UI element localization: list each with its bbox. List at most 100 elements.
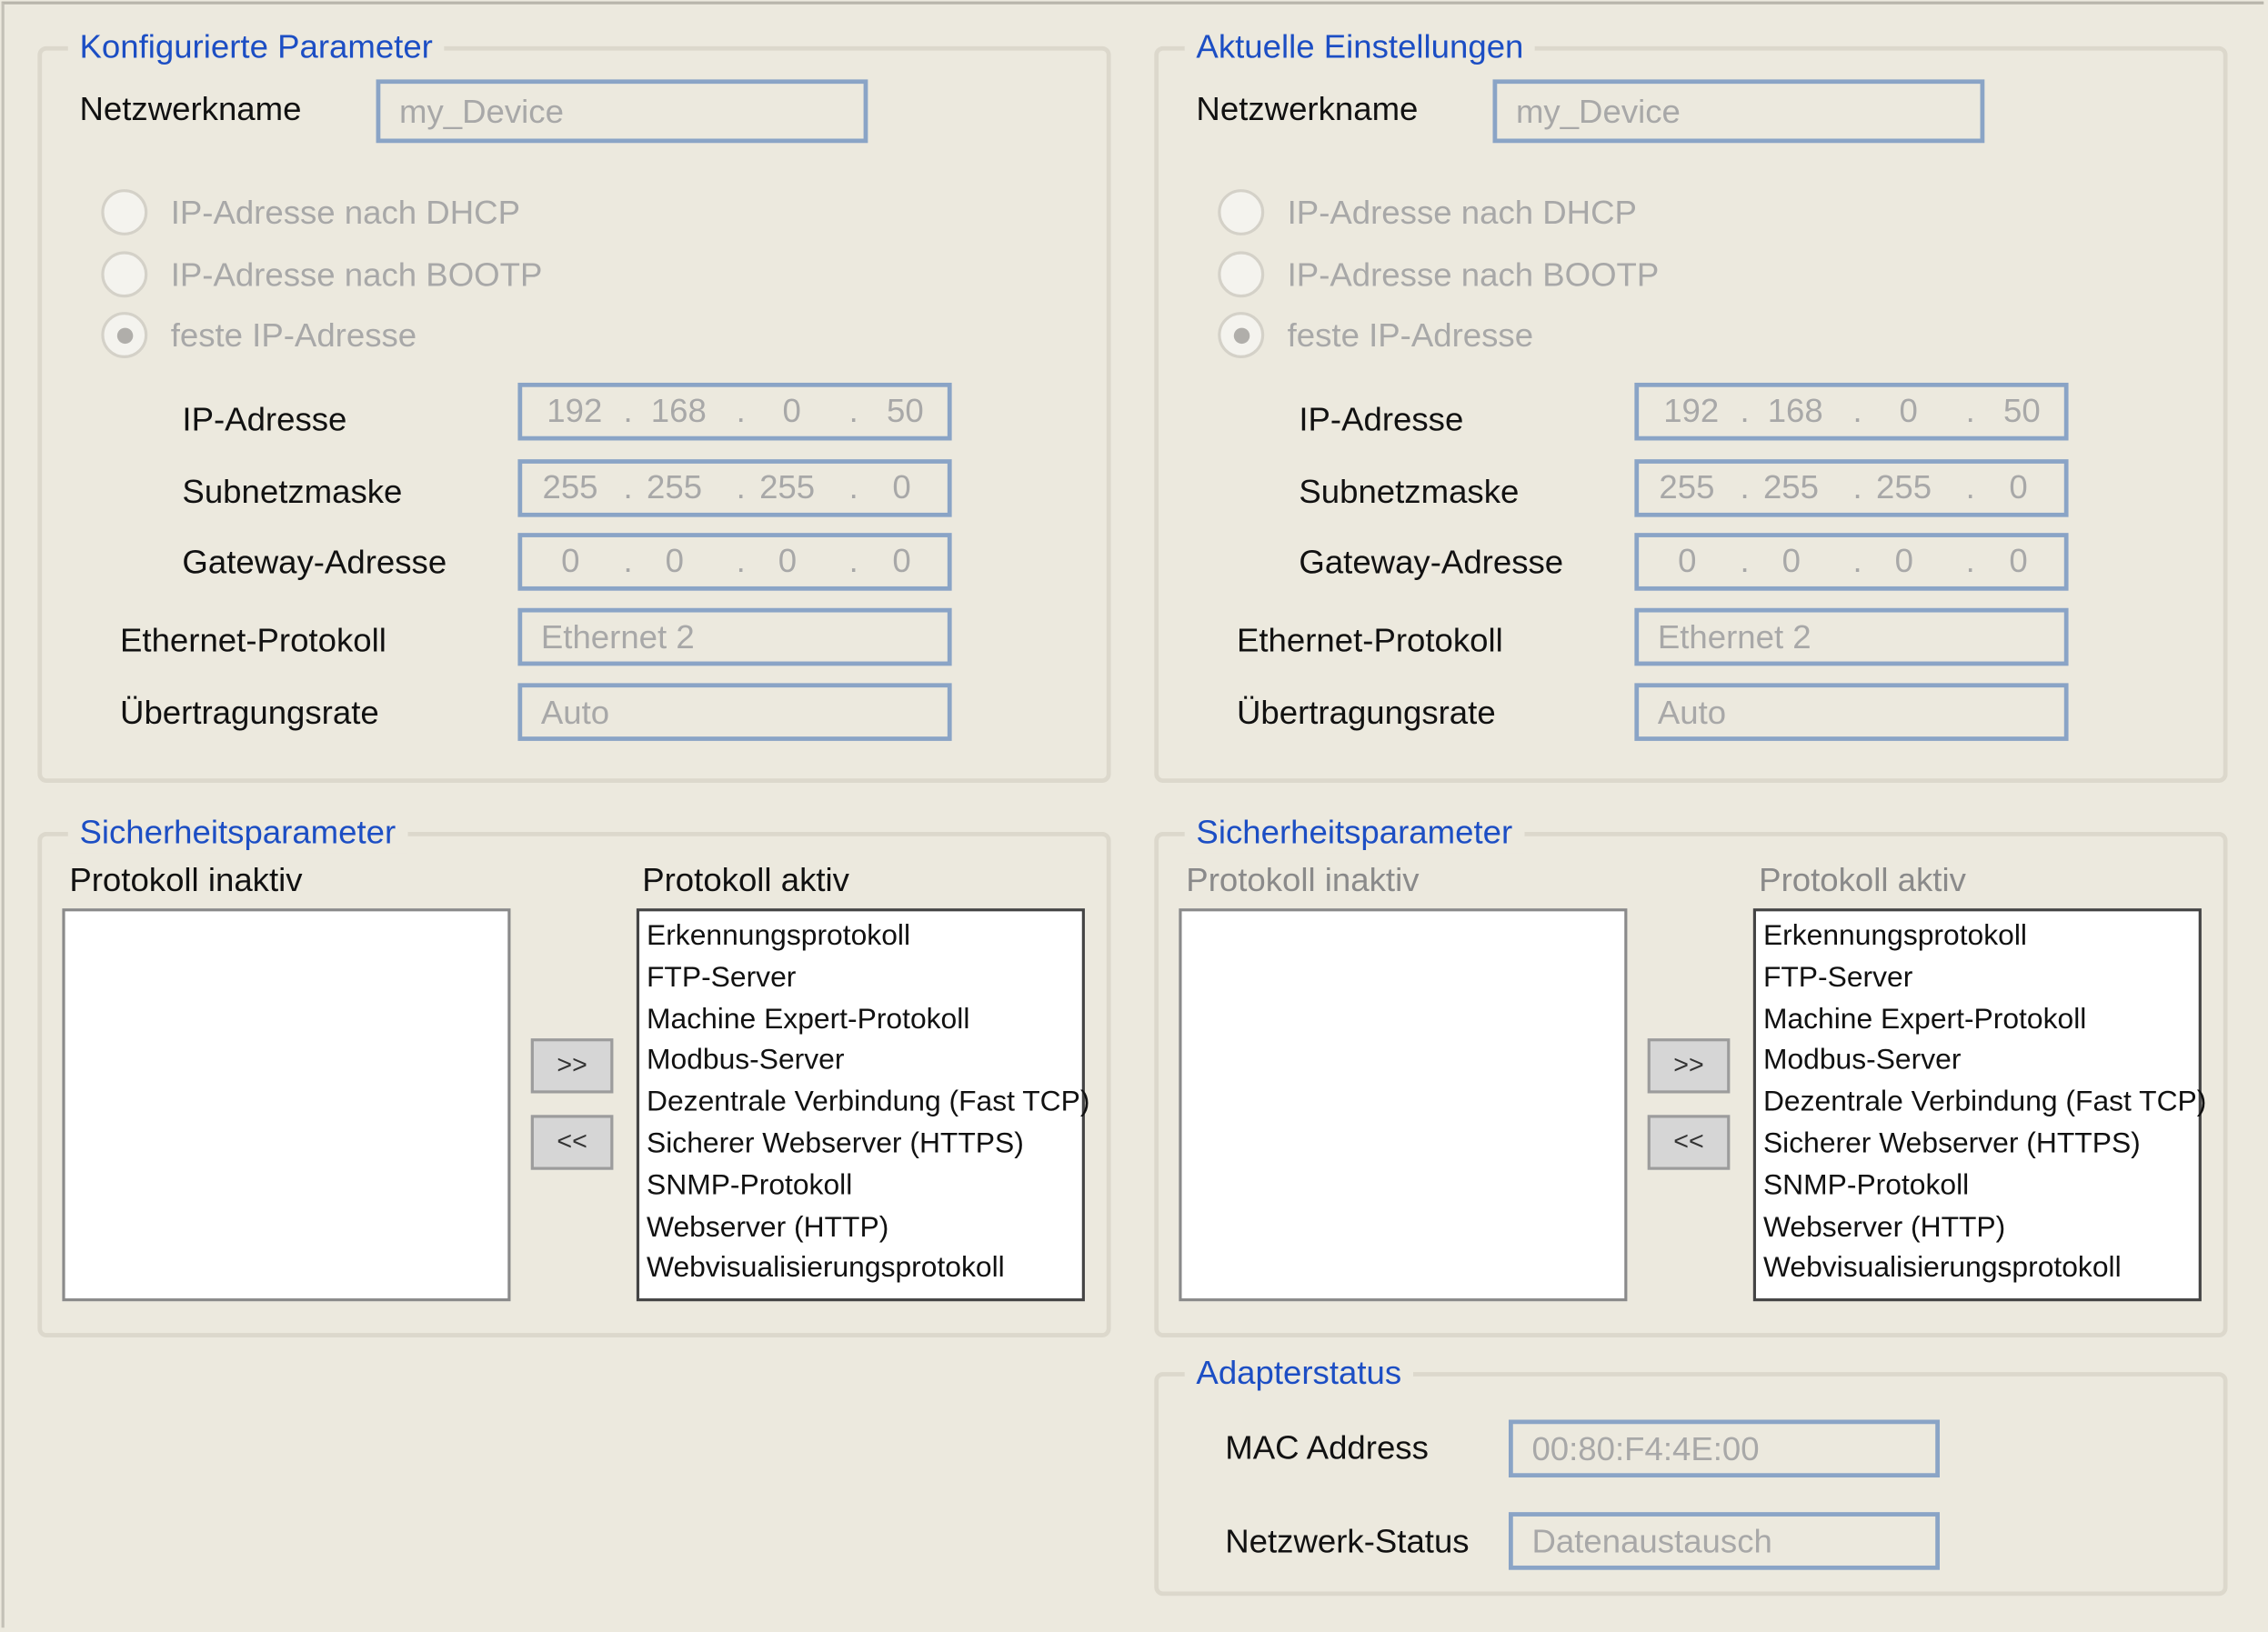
list-item[interactable]: Erkennungsprotokoll <box>1756 916 2199 957</box>
list-item[interactable]: Modbus-Server <box>639 1040 1082 1082</box>
ip-octet: 0 <box>1899 391 1918 429</box>
list-item[interactable]: Dezentrale Verbindung (Fast TCP) <box>639 1082 1089 1124</box>
current-subnet-field: 255. 255. 255. 0 <box>1634 459 2069 517</box>
ip-octet[interactable]: 0 <box>892 537 910 584</box>
current-settings-legend: Aktuelle Einstellungen <box>1184 25 1536 68</box>
ip-octet: 0 <box>1781 541 1801 579</box>
current-rate-field: Auto <box>1634 683 2069 741</box>
configured-gateway-field[interactable]: 0. 0. 0. 0 <box>517 533 952 591</box>
radio-button[interactable] <box>101 189 148 235</box>
ip-octet: 192 <box>1663 391 1720 429</box>
ip-octet[interactable]: 255 <box>647 464 702 510</box>
ip-octet: 0 <box>1678 541 1697 579</box>
ip-octet[interactable]: 0 <box>561 537 579 584</box>
radio-button[interactable] <box>101 251 148 298</box>
ip-octet: 255 <box>1659 467 1715 506</box>
current-rate-label: Übertragungsrate <box>1236 693 1496 731</box>
radio-label: feste IP-Adresse <box>170 315 417 355</box>
configured-ip-field[interactable]: 192. 168. 0. 50 <box>517 382 952 441</box>
security-right-inactive-list <box>1179 908 1628 1302</box>
ip-octet[interactable]: 50 <box>887 387 924 434</box>
configured-network-name-label: Netzwerkname <box>79 89 302 127</box>
security-left-inactive-label: Protokoll inaktiv <box>69 860 303 899</box>
ip-octet: 255 <box>1762 467 1819 506</box>
list-item[interactable]: SNMP-Protokoll <box>639 1166 1082 1207</box>
list-item[interactable]: Sicherer Webserver (HTTPS) <box>639 1124 1082 1166</box>
ip-octet[interactable]: 255 <box>542 464 597 510</box>
list-item[interactable]: Modbus-Server <box>1756 1040 2199 1082</box>
security-left-active-list[interactable]: Erkennungsprotokoll FTP-Server Machine Exp… <box>636 908 1089 1302</box>
configured-rate-label: Übertragungsrate <box>120 693 379 731</box>
current-network-name-label: Netzwerkname <box>1196 89 1419 127</box>
configured-subnet-label: Subnetzmaske <box>182 472 403 510</box>
current-network-name-field: my_Device <box>1492 79 1985 144</box>
configured-subnet-field[interactable]: 255. 255. 255. 0 <box>517 459 952 517</box>
mac-address-label: MAC Address <box>1225 1428 1429 1467</box>
configured-ip-label: IP-Adresse <box>182 400 347 438</box>
security-parameters-left-legend: Sicherheitsparameter <box>67 810 407 854</box>
list-items <box>1182 911 1625 916</box>
ip-octet: 0 <box>1894 541 1914 579</box>
ip-octet: 255 <box>1876 467 1932 506</box>
list-item[interactable]: Webserver (HTTP) <box>1756 1206 2199 1248</box>
ip-octet[interactable]: 0 <box>783 387 801 434</box>
security-right-move-right-button: >> <box>1647 1038 1731 1094</box>
ip-octet: 50 <box>2002 391 2041 429</box>
current-gateway-label: Gateway-Adresse <box>1299 543 1564 581</box>
radio-label: feste IP-Adresse <box>1287 315 1534 355</box>
radio-button-selected <box>1218 312 1265 358</box>
current-ip-field: 192. 168. 0. 50 <box>1634 382 2069 441</box>
ip-octet[interactable]: 0 <box>892 464 910 510</box>
security-right-active-list: Erkennungsprotokoll FTP-Server Machine Exp… <box>1752 908 2206 1302</box>
security-right-inactive-label: Protokoll inaktiv <box>1186 860 1420 899</box>
ip-octet[interactable]: 192 <box>547 387 602 434</box>
list-item[interactable]: Webvisualisierungsprotokoll <box>1756 1248 2199 1290</box>
configured-ethernet-field[interactable]: Ethernet 2 <box>517 607 952 666</box>
configured-rate-field[interactable]: Auto <box>517 683 952 741</box>
list-item[interactable]: FTP-Server <box>1756 957 2199 999</box>
radio-button <box>1218 189 1265 235</box>
network-status-field: Datenaustausch <box>1508 1512 1940 1570</box>
radio-button-selected[interactable] <box>101 312 148 358</box>
current-ethernet-label: Ethernet-Protokoll <box>1236 621 1503 659</box>
list-item[interactable]: Machine Expert-Protokoll <box>1756 999 2199 1041</box>
ip-octet: 168 <box>1767 391 1823 429</box>
ip-octet: 0 <box>2009 541 2028 579</box>
security-right-move-left-button: << <box>1647 1115 1731 1170</box>
radio-label: IP-Adresse nach BOOTP <box>170 255 543 294</box>
configured-gateway-label: Gateway-Adresse <box>182 543 447 581</box>
configured-ethernet-label: Ethernet-Protokoll <box>120 621 386 659</box>
security-right-active-label: Protokoll aktiv <box>1759 860 1966 899</box>
security-left-move-right-button[interactable]: >> <box>530 1038 614 1094</box>
list-items: Erkennungsprotokoll FTP-Server Machine Exp… <box>1756 911 2206 1290</box>
list-item[interactable]: FTP-Server <box>639 957 1082 999</box>
radio-label: IP-Adresse nach DHCP <box>1287 193 1637 232</box>
network-status-label: Netzwerk-Status <box>1225 1522 1470 1560</box>
ip-octet[interactable]: 168 <box>651 387 707 434</box>
security-left-active-label: Protokoll aktiv <box>642 860 849 899</box>
security-left-inactive-list[interactable] <box>62 908 511 1302</box>
adapter-status-legend: Adapterstatus <box>1184 1350 1413 1394</box>
current-ip-label: IP-Adresse <box>1299 400 1464 438</box>
radio-label: IP-Adresse nach BOOTP <box>1287 255 1660 294</box>
list-item[interactable]: Dezentrale Verbindung (Fast TCP) <box>1756 1082 2206 1124</box>
list-item[interactable]: Sicherer Webserver (HTTPS) <box>1756 1124 2199 1166</box>
radio-label: IP-Adresse nach DHCP <box>170 193 520 232</box>
security-left-move-left-button[interactable]: << <box>530 1115 614 1170</box>
list-item[interactable]: Erkennungsprotokoll <box>639 916 1082 957</box>
current-gateway-field: 0. 0. 0. 0 <box>1634 533 2069 591</box>
ip-octet: 0 <box>2009 467 2028 506</box>
list-items <box>65 911 508 916</box>
ip-octet[interactable]: 0 <box>666 537 684 584</box>
ip-octet[interactable]: 0 <box>778 537 797 584</box>
list-item[interactable]: Webserver (HTTP) <box>639 1206 1082 1248</box>
configured-parameters-legend: Konfigurierte Parameter <box>67 25 445 68</box>
list-item[interactable]: Machine Expert-Protokoll <box>639 999 1082 1041</box>
ip-octet[interactable]: 255 <box>759 464 815 510</box>
configured-network-name-field[interactable]: my_Device <box>376 79 868 144</box>
radio-button <box>1218 251 1265 298</box>
list-item[interactable]: SNMP-Protokoll <box>1756 1166 2199 1207</box>
current-ethernet-field: Ethernet 2 <box>1634 607 2069 666</box>
current-subnet-label: Subnetzmaske <box>1299 472 1520 510</box>
list-item[interactable]: Webvisualisierungsprotokoll <box>639 1248 1082 1290</box>
